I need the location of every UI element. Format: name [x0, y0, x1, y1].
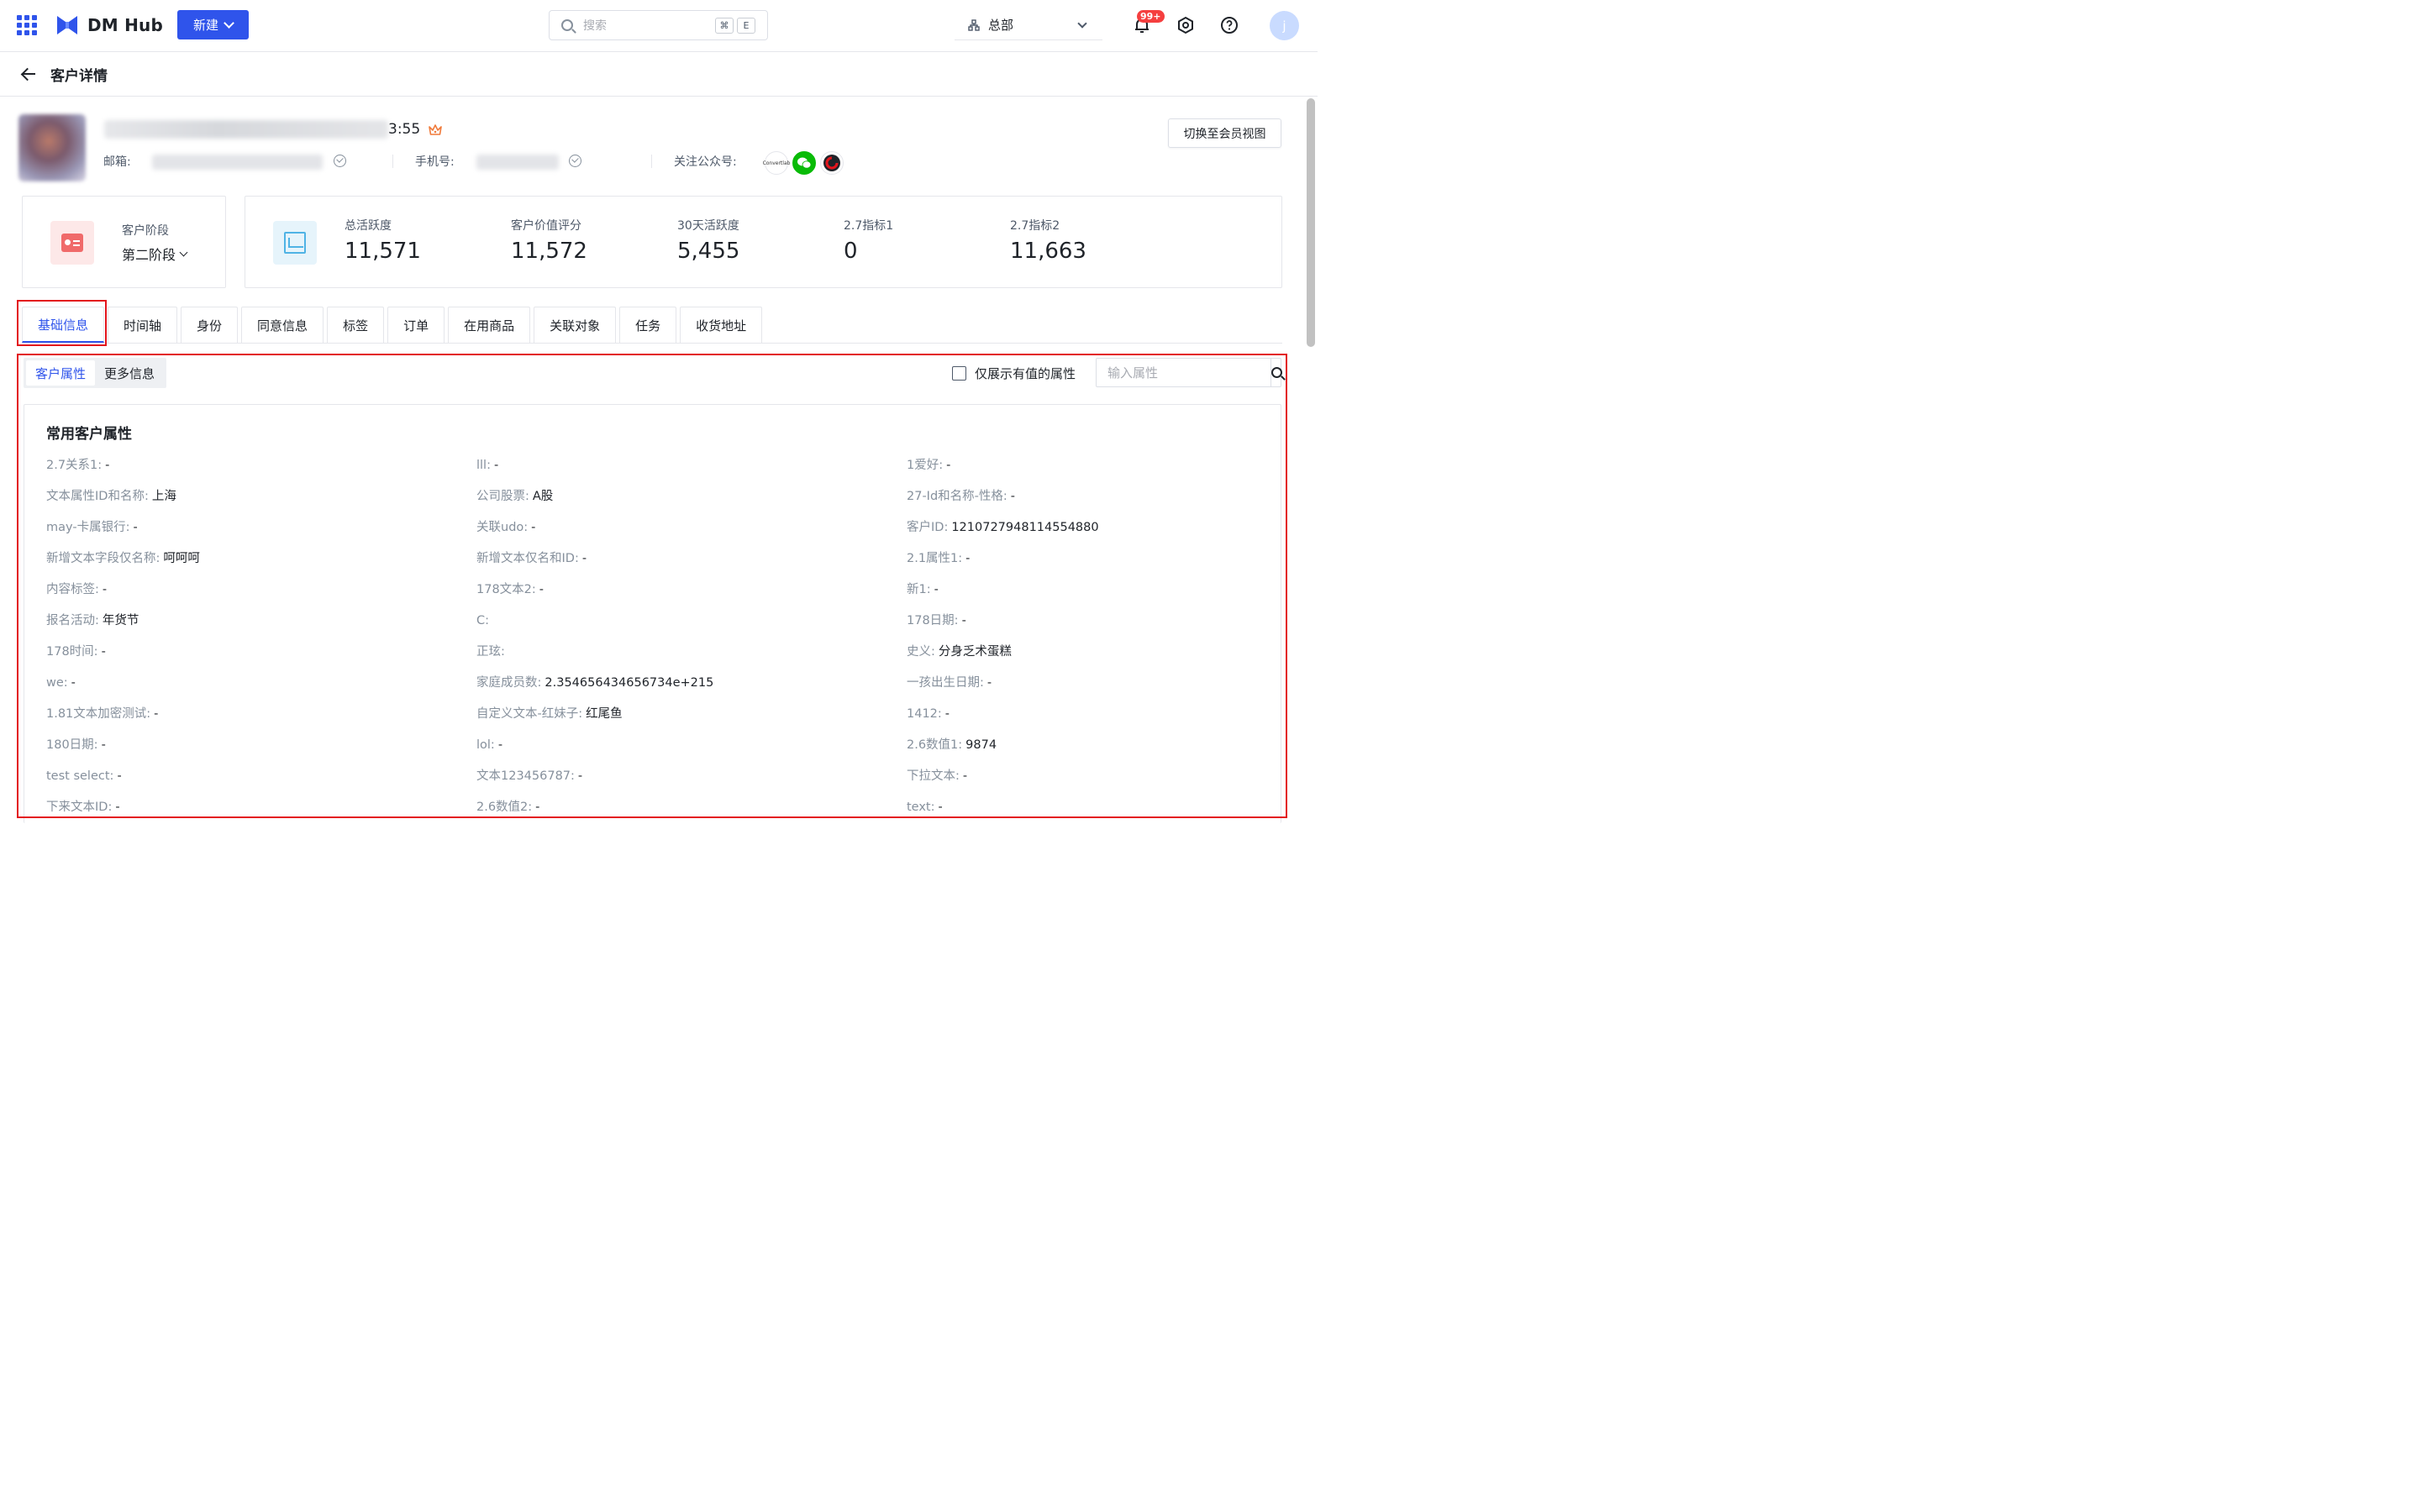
chevron-down-icon — [179, 248, 188, 256]
metric-label: 30天活跃度 — [677, 219, 739, 233]
metric-label: 2.7指标1 — [844, 219, 894, 233]
tabs-divider — [22, 343, 1282, 344]
id-card-icon — [50, 221, 94, 265]
highlight-box-content — [17, 354, 1287, 818]
chart-icon — [273, 221, 317, 265]
detail-tabs: 基础信息 时间轴 身份 同意信息 标签 订单 在用商品 关联对象 任务 收货地址 — [22, 307, 763, 343]
chevron-down-icon — [1077, 18, 1087, 29]
email-label: 邮箱: — [103, 155, 131, 169]
metric-2-7-index-1: 2.7指标1 0 — [844, 217, 893, 264]
tab-orders[interactable]: 订单 — [387, 307, 445, 343]
org-selector[interactable]: 总部 — [955, 10, 1102, 40]
tab-related-objects[interactable]: 关联对象 — [534, 307, 617, 343]
stage-dropdown[interactable]: 第二阶段 — [122, 244, 188, 264]
metric-30day-activity: 30天活跃度 5,455 — [677, 217, 739, 264]
divider — [651, 155, 652, 168]
notification-badge: 99+ — [1137, 10, 1165, 23]
logo[interactable]: DM Hub — [55, 13, 163, 37]
new-button[interactable]: 新建 — [177, 10, 249, 39]
top-bar: DM Hub 新建 搜索 ⌘ E 总部 99+ j — [0, 0, 1318, 52]
c-account-icon[interactable] — [820, 151, 844, 175]
metrics-card: 总活跃度 11,571 客户价值评分 11,572 30天活跃度 5,455 2… — [245, 196, 1282, 288]
org-tree-icon — [968, 18, 980, 31]
metric-label: 总活跃度 — [345, 219, 392, 233]
page-header: 客户详情 — [0, 52, 1318, 97]
global-search-input[interactable]: 搜索 ⌘ E — [549, 10, 768, 40]
email-verified-icon — [334, 155, 346, 167]
phone-value-redacted — [476, 155, 559, 170]
highlight-box-tab — [17, 300, 107, 346]
metric-value: 5,455 — [677, 239, 740, 264]
convertlab-account-icon[interactable]: Convertlab — [763, 151, 790, 175]
tab-timeline[interactable]: 时间轴 — [108, 307, 178, 343]
search-placeholder: 搜索 — [583, 19, 607, 33]
customer-name-tail: 3:55 — [388, 121, 421, 138]
app-grid-icon[interactable] — [17, 15, 37, 35]
divider — [392, 155, 393, 168]
phone-verified-icon — [569, 155, 581, 167]
wechat-account-icon[interactable] — [792, 151, 816, 175]
tab-products-in-use[interactable]: 在用商品 — [448, 307, 531, 343]
wechat-icon — [797, 157, 812, 169]
metric-value-score: 客户价值评分 11,572 — [511, 217, 587, 264]
tab-consent[interactable]: 同意信息 — [241, 307, 324, 343]
metric-value: 0 — [844, 239, 858, 264]
metric-label: 2.7指标2 — [1010, 219, 1060, 233]
customer-avatar — [18, 114, 86, 181]
user-avatar[interactable]: j — [1270, 11, 1299, 40]
customer-name-redacted — [104, 120, 388, 139]
dm-hub-logo-icon — [57, 16, 77, 34]
settings-icon[interactable] — [1176, 16, 1195, 34]
metric-value: 11,663 — [1010, 239, 1086, 264]
chevron-down-icon — [224, 18, 234, 29]
metric-value: 11,572 — [511, 239, 587, 264]
metric-label: 客户价值评分 — [511, 219, 581, 233]
metric-2-7-index-2: 2.7指标2 11,663 — [1010, 217, 1086, 264]
tab-tasks[interactable]: 任务 — [619, 307, 677, 343]
follow-account-label: 关注公众号: — [674, 155, 737, 169]
shortcut-key-cmd: ⌘ — [715, 17, 734, 34]
phone-label: 手机号: — [415, 155, 455, 169]
customer-stage-card: 客户阶段 第二阶段 — [22, 196, 226, 288]
metric-total-activity: 总活跃度 11,571 — [345, 217, 421, 264]
new-button-label: 新建 — [192, 18, 218, 33]
stage-value: 第二阶段 — [122, 247, 176, 263]
tab-identity[interactable]: 身份 — [181, 307, 239, 343]
shortcut-key-e: E — [737, 17, 755, 34]
email-value-redacted — [152, 155, 323, 170]
switch-member-view-label: 切换至会员视图 — [1183, 127, 1266, 141]
page-title: 客户详情 — [50, 67, 108, 85]
crown-icon — [429, 124, 442, 135]
org-name: 总部 — [988, 18, 1014, 33]
back-arrow-icon[interactable] — [21, 66, 36, 81]
tab-shipping-address[interactable]: 收货地址 — [680, 307, 763, 343]
metric-value: 11,571 — [345, 239, 421, 264]
page-scrollbar[interactable] — [1307, 98, 1315, 347]
switch-member-view-button[interactable]: 切换至会员视图 — [1168, 118, 1281, 148]
stage-label: 客户阶段 — [122, 224, 169, 238]
user-initial: j — [1282, 18, 1286, 34]
search-icon — [561, 19, 573, 31]
help-icon[interactable] — [1220, 16, 1239, 34]
tab-tags[interactable]: 标签 — [327, 307, 385, 343]
app-name: DM Hub — [87, 15, 163, 35]
c-brand-icon — [823, 155, 840, 171]
